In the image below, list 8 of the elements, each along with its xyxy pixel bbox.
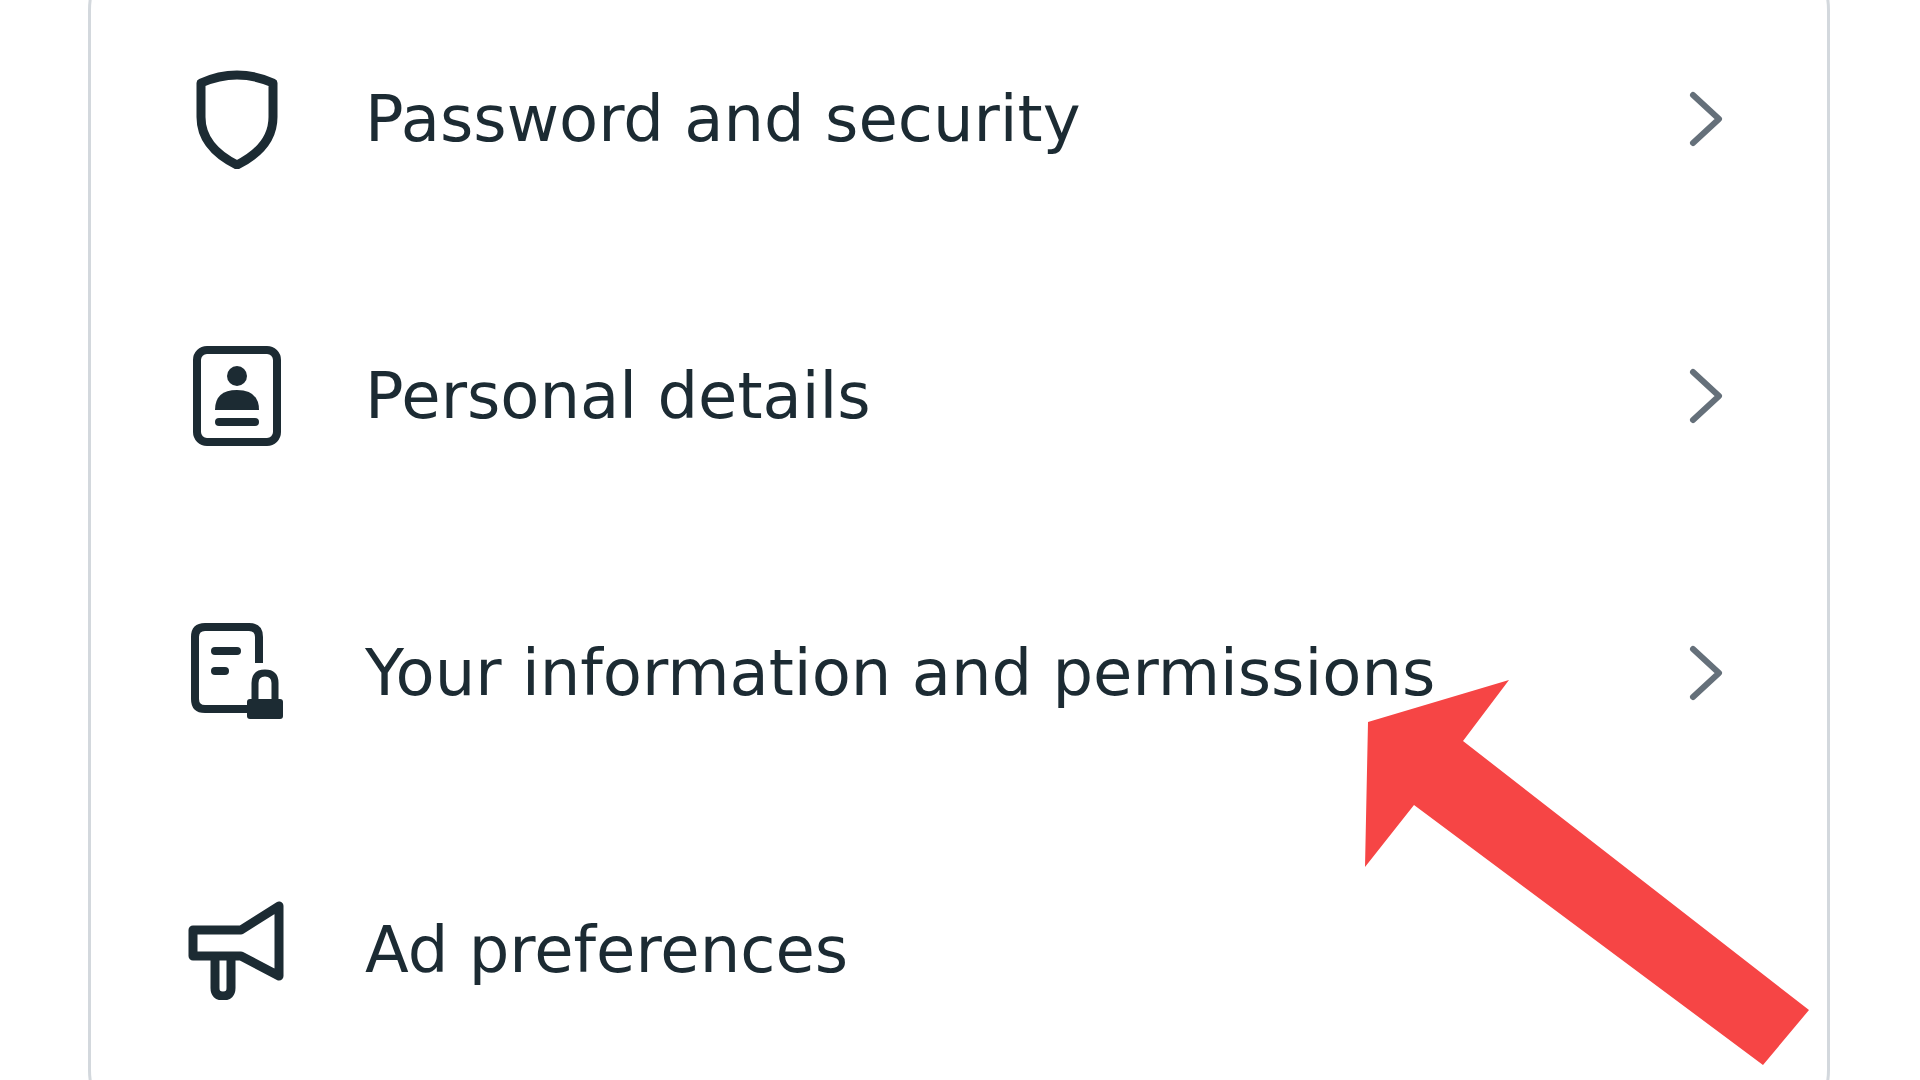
menu-item-label: Password and security: [365, 81, 1082, 156]
menu-item-label: Ad preferences: [365, 912, 850, 987]
menu-item-label: Your information and permissions: [365, 635, 1437, 710]
menu-item-label: Personal details: [365, 358, 872, 433]
menu-item[interactable]: Your information and permissions: [91, 534, 1827, 811]
menu-item[interactable]: Personal details: [91, 257, 1827, 534]
megaphone-icon: [187, 899, 287, 1000]
menu-item[interactable]: Password and security: [91, 0, 1827, 257]
